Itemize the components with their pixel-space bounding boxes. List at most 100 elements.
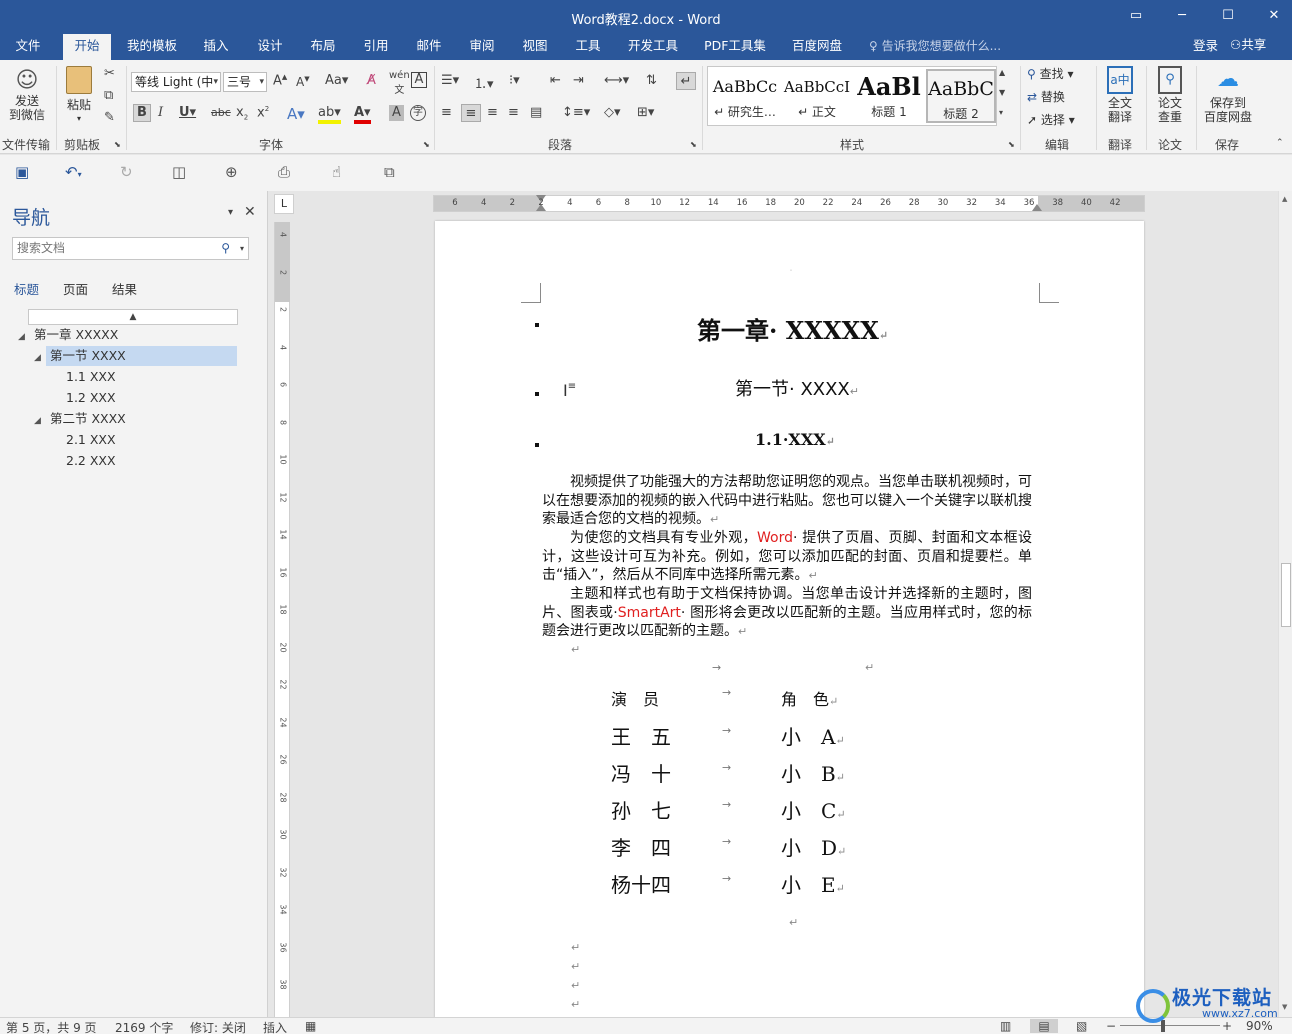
expand-icon[interactable]: ◢: [34, 353, 41, 363]
table-row-actor[interactable]: 杨十四: [611, 869, 671, 898]
tab-view[interactable]: 视图: [515, 34, 555, 60]
nav-heading-chapter-1[interactable]: 第一章 XXXXX: [30, 325, 180, 345]
body-paragraph-3[interactable]: 主题和样式也有助于文档保持协调。当您单击设计并选择新的主题时，图片、图表或·Sm…: [542, 585, 1032, 642]
nav-heading-section-2[interactable]: 第二节 XXXX: [46, 409, 126, 429]
text-effects-icon[interactable]: A▾: [287, 105, 305, 123]
nav-heading-2-1[interactable]: 2.1 XXX: [62, 430, 116, 450]
show-hide-marks-icon[interactable]: ↵: [676, 72, 696, 90]
table-row-role[interactable]: 小 E↵: [781, 869, 845, 898]
change-case-icon[interactable]: Aa▾: [325, 73, 348, 88]
tab-design[interactable]: 设计: [250, 34, 290, 60]
touch-mode-icon[interactable]: ☝: [332, 163, 341, 181]
character-shading-icon[interactable]: A: [389, 105, 404, 121]
decrease-indent-icon[interactable]: ⇤: [550, 73, 561, 88]
format-painter-icon[interactable]: ✎: [104, 110, 115, 125]
line-spacing-icon[interactable]: ↕≡▾: [562, 105, 590, 120]
nav-tab-headings[interactable]: 标题: [14, 279, 39, 298]
undo-icon[interactable]: ↶▾: [65, 163, 82, 181]
tab-tools[interactable]: 工具: [568, 34, 608, 60]
styles-more-icon[interactable]: ▾: [999, 108, 1003, 117]
send-to-wechat-button[interactable]: ☺ 发送 到微信: [4, 68, 50, 122]
collapse-all-button[interactable]: ▲: [28, 309, 238, 325]
italic-icon[interactable]: I: [158, 105, 163, 120]
clear-formatting-icon[interactable]: A̸: [367, 73, 376, 88]
dialog-launcher-icon[interactable]: ⬊: [1008, 140, 1015, 149]
superscript-icon[interactable]: x2: [257, 105, 269, 120]
paper-check-button[interactable]: ⚲ 论文 查重: [1150, 66, 1190, 124]
font-size-combo[interactable]: 三号: [223, 72, 267, 92]
tab-home[interactable]: 开始: [63, 34, 111, 60]
page-count[interactable]: 第 5 页，共 9 页: [6, 1019, 97, 1034]
minimize-icon[interactable]: ─: [1170, 6, 1194, 26]
read-mode-icon[interactable]: ◫: [172, 163, 186, 181]
heading-1-1[interactable]: 1.1·XXX↵: [755, 430, 835, 449]
save-to-baidu-button[interactable]: ☁ 保存到 百度网盘: [1200, 66, 1256, 124]
style-heading-2[interactable]: AaBbC 标题 2: [926, 69, 996, 123]
print-layout-view-icon[interactable]: ▤: [1030, 1019, 1058, 1033]
track-changes-status[interactable]: 修订: 关闭: [190, 1019, 246, 1034]
scroll-up-icon[interactable]: ▲: [1282, 195, 1287, 203]
dialog-launcher-icon[interactable]: ⬊: [114, 140, 121, 149]
styles-scroll-up-icon[interactable]: ▲: [999, 68, 1005, 77]
table-row-role[interactable]: 小 A↵: [781, 721, 845, 750]
align-left-icon[interactable]: ≡: [441, 105, 452, 120]
nav-heading-1-1[interactable]: 1.1 XXX: [62, 367, 116, 387]
sign-in-link[interactable]: 登录: [1193, 34, 1218, 58]
replace-button[interactable]: ⇄ 替换: [1027, 90, 1065, 104]
heading-section-1[interactable]: 第一节· XXXX↵: [735, 375, 859, 401]
highlight-icon[interactable]: ab▾: [318, 105, 341, 124]
word-count[interactable]: 2169 个字: [115, 1019, 173, 1034]
horizontal-ruler[interactable]: 6 4 2 2 4 6 8 10 12 14 16 18 20 22 24 26 28 30 32 34 36 38 40 4…: [433, 195, 1145, 212]
nav-heading-1-2[interactable]: 1.2 XXX: [62, 388, 116, 408]
shading-icon[interactable]: ◇▾: [604, 105, 621, 120]
tab-baidu-netdisk[interactable]: 百度网盘: [786, 34, 848, 60]
table-row-actor[interactable]: 王 五: [611, 721, 671, 750]
nav-search-input[interactable]: 搜索文档 ⚲ ▾: [12, 237, 249, 260]
tab-mailings[interactable]: 邮件: [409, 34, 449, 60]
customize-qat-icon[interactable]: ⧉: [384, 163, 395, 181]
style-normal[interactable]: AaBbCcI ↵ 正文: [782, 69, 852, 123]
web-layout-view-icon[interactable]: ▧: [1076, 1019, 1087, 1033]
justify-icon[interactable]: ≡: [508, 105, 519, 120]
chevron-down-icon[interactable]: ▾: [240, 238, 244, 259]
nav-heading-2-2[interactable]: 2.2 XXX: [62, 451, 116, 471]
dialog-launcher-icon[interactable]: ⬊: [423, 140, 430, 149]
subscript-icon[interactable]: x2: [236, 105, 248, 122]
tab-my-templates[interactable]: 我的模板: [120, 34, 184, 60]
tell-me-box[interactable]: ♀ 告诉我您想要做什么...: [869, 34, 1001, 58]
expand-icon[interactable]: ◢: [18, 332, 25, 342]
dialog-launcher-icon[interactable]: ⬊: [690, 140, 697, 149]
font-name-combo[interactable]: 等线 Light (中: [131, 72, 221, 92]
copy-icon[interactable]: ⧉: [104, 88, 113, 103]
body-paragraph-1[interactable]: 视频提供了功能强大的方法帮助您证明您的观点。当您单击联机视频时，可以在想要添加的…: [542, 473, 1032, 530]
grow-font-icon[interactable]: A▲: [273, 73, 287, 88]
sort-icon[interactable]: ⇅: [646, 73, 657, 88]
collapse-ribbon-icon[interactable]: ⌃: [1276, 138, 1284, 148]
style-research[interactable]: AaBbCc ↵ 研究生…: [710, 69, 780, 123]
numbering-icon[interactable]: ⒈▾: [474, 73, 494, 92]
tab-pdf-tools[interactable]: PDF工具集: [700, 34, 770, 60]
table-header-role[interactable]: 角 色↵: [781, 686, 838, 710]
font-color-icon[interactable]: A▾: [354, 105, 371, 124]
document-area[interactable]: ˙ 第一章· XXXXX↵ I≡ 第一节· XXXX↵ 1.1·XXX↵ 视频提…: [299, 191, 1278, 1017]
styles-scroll-down-icon[interactable]: ▼: [999, 88, 1005, 97]
search-icon[interactable]: ⚲: [221, 238, 230, 259]
strikethrough-icon[interactable]: abc: [211, 106, 231, 119]
table-row-actor[interactable]: 孙 七: [611, 795, 671, 824]
align-center-icon[interactable]: ≡: [461, 104, 481, 122]
chinese-layout-icon[interactable]: ⟷▾: [604, 73, 629, 88]
redo-icon[interactable]: ↻: [120, 163, 133, 181]
phonetic-guide-icon[interactable]: wén 文: [389, 70, 410, 96]
tab-selector[interactable]: L: [274, 194, 294, 214]
scroll-thumb[interactable]: [1281, 563, 1291, 627]
body-paragraph-2[interactable]: 为使您的文档具有专业外观，Word· 提供了页眉、页脚、封面和文本框设计，这些设…: [542, 529, 1032, 586]
increase-indent-icon[interactable]: ⇥: [573, 73, 584, 88]
close-icon[interactable]: ✕: [244, 204, 256, 220]
find-button[interactable]: ⚲ 查找 ▾: [1027, 67, 1073, 81]
web-layout-icon[interactable]: ⊕: [225, 163, 238, 181]
vertical-ruler[interactable]: 4 2 2 4 6 8 10 12 14 16 18 20 22 24 26 28 30 32 34 36 38: [274, 222, 290, 1017]
save-icon[interactable]: ▣: [15, 163, 29, 181]
zoom-out-icon[interactable]: −: [1106, 1019, 1116, 1033]
cut-icon[interactable]: ✂: [104, 66, 115, 81]
tab-insert[interactable]: 插入: [196, 34, 236, 60]
